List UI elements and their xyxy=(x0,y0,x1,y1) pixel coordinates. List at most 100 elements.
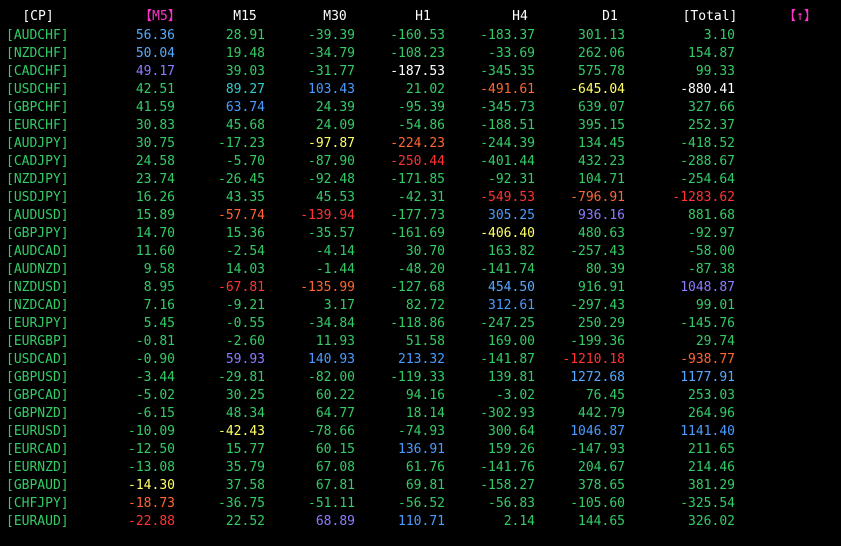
pair-label: [EURCAD] xyxy=(6,442,69,457)
pair-label: [GBPJPY] xyxy=(6,226,69,241)
m5-value: -6.15 xyxy=(135,406,175,421)
m15-value: 28.91 xyxy=(225,28,265,43)
total-value: 214.46 xyxy=(688,460,735,475)
total-value: 253.03 xyxy=(688,388,735,403)
m5-value: -10.09 xyxy=(128,424,175,439)
header-cp[interactable]: [CP] xyxy=(6,8,70,26)
header-m30[interactable]: M30 xyxy=(295,8,375,26)
pair-label: [EURCHF] xyxy=(6,118,69,133)
pair-label: [NZDCHF] xyxy=(6,46,69,61)
m15-value: 19.48 xyxy=(225,46,265,61)
m5-value: 42.51 xyxy=(135,82,175,97)
pair-label: [NZDCAD] xyxy=(6,298,69,313)
m5-value: 5.45 xyxy=(143,316,175,331)
m30-value: -97.87 xyxy=(308,136,355,151)
h1-value: -161.69 xyxy=(390,226,445,241)
h1-value: 51.58 xyxy=(405,334,445,349)
d1-value: 134.45 xyxy=(578,136,625,151)
m15-value: -17.23 xyxy=(218,136,265,151)
table-row: [GBPAUD] -14.30 37.58 67.81 69.81 -158.27 378.… xyxy=(0,477,841,495)
h1-value: 18.14 xyxy=(405,406,445,421)
pair-label: [GBPCHF] xyxy=(6,100,69,115)
total-value: 881.68 xyxy=(688,208,735,223)
m30-value: 103.43 xyxy=(308,82,355,97)
d1-value: 916.91 xyxy=(578,280,625,295)
header-m15[interactable]: M15 xyxy=(205,8,285,26)
h1-value: -42.31 xyxy=(398,190,445,205)
pair-label: [GBPCAD] xyxy=(6,388,69,403)
m30-value: -82.00 xyxy=(308,370,355,385)
d1-value: 575.78 xyxy=(578,64,625,79)
h4-value: 163.82 xyxy=(488,244,535,259)
h1-value: 136.91 xyxy=(398,442,445,457)
m15-value: -57.74 xyxy=(218,208,265,223)
m5-value: 50.04 xyxy=(135,46,175,61)
m15-value: 39.03 xyxy=(225,64,265,79)
m15-value: 43.35 xyxy=(225,190,265,205)
pair-label: [CADJPY] xyxy=(6,154,69,169)
pair-label: [GBPAUD] xyxy=(6,478,69,493)
m5-value: 15.89 xyxy=(135,208,175,223)
pair-label: [AUDCHF] xyxy=(6,28,69,43)
table-row: [NZDJPY] 23.74 -26.45 -92.48 -171.85 -92.31 10… xyxy=(0,171,841,189)
h4-value: -401.44 xyxy=(480,154,535,169)
header-m5-sorted[interactable]: 【M5】 xyxy=(120,8,200,26)
total-value: 327.66 xyxy=(688,100,735,115)
d1-value: -796.91 xyxy=(570,190,625,205)
h4-value: -56.83 xyxy=(488,496,535,511)
d1-value: 480.63 xyxy=(578,226,625,241)
h1-value: 61.76 xyxy=(405,460,445,475)
h1-value: -118.86 xyxy=(390,316,445,331)
m30-value: 3.17 xyxy=(323,298,355,313)
table-row: [AUDNZD] 9.58 14.03 -1.44 -48.20 -141.74 80.39… xyxy=(0,261,841,279)
total-value: 252.37 xyxy=(688,118,735,133)
total-value: -92.97 xyxy=(688,226,735,241)
m30-value: -78.66 xyxy=(308,424,355,439)
total-value: 1141.40 xyxy=(680,424,735,439)
total-value: -418.52 xyxy=(680,136,735,151)
m5-value: 7.16 xyxy=(143,298,175,313)
h1-value: -177.73 xyxy=(390,208,445,223)
h4-value: -247.25 xyxy=(480,316,535,331)
m5-value: 24.58 xyxy=(135,154,175,169)
h4-value: -141.76 xyxy=(480,460,535,475)
table-row: [NZDCAD] 7.16 -9.21 3.17 82.72 312.61 -297.43 9… xyxy=(0,297,841,315)
table-row: [EURNZD] -13.08 35.79 67.08 61.76 -141.76 204.… xyxy=(0,459,841,477)
table-row: [AUDCAD] 11.60 -2.54 -4.14 30.70 163.82 -257.4… xyxy=(0,243,841,261)
d1-value: 104.71 xyxy=(578,172,625,187)
h1-value: -250.44 xyxy=(390,154,445,169)
h4-value: -158.27 xyxy=(480,478,535,493)
table-row: [EURCAD] -12.50 15.77 60.15 136.91 159.26 -147… xyxy=(0,441,841,459)
m15-value: -2.60 xyxy=(225,334,265,349)
h4-value: 2.14 xyxy=(503,514,535,529)
total-value: 264.96 xyxy=(688,406,735,421)
m5-value: -22.88 xyxy=(128,514,175,529)
h1-value: 110.71 xyxy=(398,514,445,529)
m30-value: 64.77 xyxy=(315,406,355,421)
h4-value: 169.00 xyxy=(488,334,535,349)
h4-value: -491.61 xyxy=(480,82,535,97)
m30-value: -31.77 xyxy=(308,64,355,79)
m15-value: 15.36 xyxy=(225,226,265,241)
m5-value: -3.44 xyxy=(135,370,175,385)
h4-value: -141.74 xyxy=(480,262,535,277)
header-total[interactable]: [Total] xyxy=(670,8,750,26)
header-h4[interactable]: H4 xyxy=(480,8,560,26)
m15-value: 89.27 xyxy=(225,82,265,97)
h1-value: 213.32 xyxy=(398,352,445,367)
h1-value: -127.68 xyxy=(390,280,445,295)
m30-value: -135.99 xyxy=(300,280,355,295)
m5-value: 41.59 xyxy=(135,100,175,115)
header-d1[interactable]: D1 xyxy=(570,8,650,26)
sort-direction-toggle[interactable]: 【↑】 xyxy=(770,8,830,26)
h1-value: -48.20 xyxy=(398,262,445,277)
m15-value: 22.52 xyxy=(225,514,265,529)
m15-value: -2.54 xyxy=(225,244,265,259)
m30-value: 60.15 xyxy=(315,442,355,457)
header-h1[interactable]: H1 xyxy=(383,8,463,26)
d1-value: -199.36 xyxy=(570,334,625,349)
table-row: [NZDCHF] 50.04 19.48 -34.79 -108.23 -33.69 262… xyxy=(0,45,841,63)
h4-value: 300.64 xyxy=(488,424,535,439)
d1-value: 250.29 xyxy=(578,316,625,331)
h4-value: -345.73 xyxy=(480,100,535,115)
